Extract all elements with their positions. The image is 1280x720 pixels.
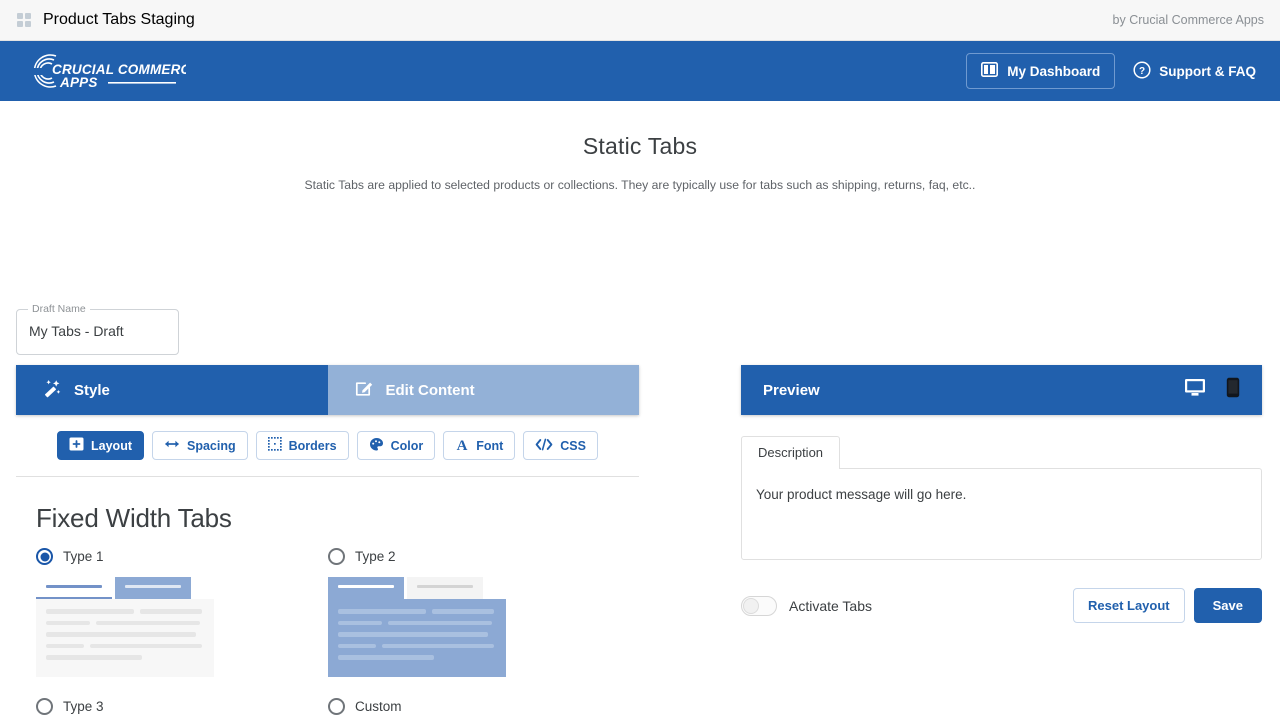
page-title: Static Tabs: [582, 133, 698, 159]
layout-option-custom-head[interactable]: Custom: [328, 698, 620, 715]
style-toolbar: Layout Spacing Borders Color A Font CSS: [16, 415, 639, 477]
style-editor-panel: Style Edit Content Layout Spacing Border…: [16, 365, 639, 720]
font-a-icon: A: [455, 437, 469, 455]
radio-type-3[interactable]: [36, 698, 53, 715]
support-faq-label: Support & FAQ: [1159, 63, 1256, 79]
draft-name-field[interactable]: Draft Name My Tabs - Draft: [16, 303, 179, 355]
editor-tabbar: Style Edit Content: [16, 365, 639, 415]
layout-type-grid: Type 1 Type 2 Type 3 Custom: [16, 534, 639, 720]
toolbar-button-borders-label: Borders: [288, 438, 337, 453]
layout-option-type-3[interactable]: Type 3: [36, 698, 328, 720]
preview-footer: Activate Tabs Reset Layout Save: [741, 560, 1262, 623]
layout-plus-icon: [69, 437, 84, 454]
border-dots-icon: [267, 437, 282, 454]
app-title: Product Tabs Staging: [43, 11, 195, 28]
preview-body: Description Your product message will go…: [741, 415, 1262, 623]
arrows-horizontal-icon: [164, 438, 180, 453]
toolbar-button-color-label: Color: [390, 438, 424, 453]
layout-option-type-1-head[interactable]: Type 1: [36, 548, 328, 565]
thumbnail-tab-inactive: [407, 577, 483, 599]
toolbar-button-color[interactable]: Color: [356, 431, 436, 460]
layout-section-title: Fixed Width Tabs: [36, 503, 232, 533]
app-title-bar: Product Tabs Staging by Crucial Commerce…: [0, 0, 1280, 41]
svg-text:?: ?: [1139, 66, 1145, 77]
page-content: Static Tabs Static Tabs are applied to s…: [0, 101, 1280, 720]
preview-action-buttons: Reset Layout Save: [1072, 588, 1262, 623]
radio-type-2[interactable]: [328, 548, 345, 565]
radio-custom-label: Custom: [355, 699, 402, 714]
radio-type-1[interactable]: [36, 548, 53, 565]
radio-custom[interactable]: [328, 698, 345, 715]
radio-type-3-label: Type 3: [63, 699, 104, 714]
thumbnail-type-2[interactable]: [328, 577, 506, 677]
toolbar-button-layout-label: Layout: [91, 438, 132, 453]
toolbar-button-font-label: Font: [476, 438, 504, 453]
thumbnail-tabs-row: [328, 577, 506, 599]
preview-description-content: Your product message will go here.: [741, 468, 1262, 560]
thumbnail-body: [328, 599, 506, 677]
apps-grid-icon: [16, 12, 32, 28]
support-faq-button[interactable]: ? Support & FAQ: [1129, 53, 1260, 90]
layout-option-type-3-head[interactable]: Type 3: [36, 698, 328, 715]
app-attribution: by Crucial Commerce Apps: [1112, 13, 1264, 27]
preview-device-switcher: [1184, 377, 1240, 403]
edit-pencil-square-icon: [354, 378, 374, 402]
tab-style[interactable]: Style: [16, 365, 328, 415]
code-brackets-icon: [535, 438, 553, 454]
radio-type-1-label: Type 1: [63, 549, 104, 564]
app-title-bar-left: Product Tabs Staging: [16, 11, 195, 29]
preview-tab-description[interactable]: Description: [741, 436, 841, 469]
toolbar-button-spacing-label: Spacing: [187, 438, 236, 453]
svg-text:A: A: [457, 438, 468, 452]
question-circle-icon: ?: [1133, 60, 1151, 82]
my-dashboard-label: My Dashboard: [1007, 63, 1101, 79]
svg-text:APPS: APPS: [59, 75, 98, 90]
draft-name-label: Draft Name: [28, 303, 90, 315]
activate-tabs-label: Activate Tabs: [789, 597, 873, 614]
thumbnail-body: [36, 599, 214, 677]
page-subtitle: Static Tabs are applied to selected prod…: [304, 178, 976, 192]
layout-option-type-2-head[interactable]: Type 2: [328, 548, 620, 565]
reset-layout-button[interactable]: Reset Layout: [1072, 588, 1185, 623]
toolbar-button-css-label: CSS: [560, 438, 586, 453]
tab-edit-content-label: Edit Content: [385, 381, 475, 399]
thumbnail-tabs-row: [36, 577, 214, 599]
layout-option-type-1[interactable]: Type 1: [36, 548, 328, 698]
toolbar-button-borders[interactable]: Borders: [255, 431, 349, 460]
desktop-monitor-icon[interactable]: [1184, 378, 1206, 402]
toolbar-button-spacing[interactable]: Spacing: [152, 431, 248, 460]
preview-panel: Preview Description Your product message…: [741, 365, 1262, 623]
mobile-phone-icon[interactable]: [1226, 377, 1240, 403]
header-actions: My Dashboard ? Support & FAQ: [966, 53, 1260, 90]
activate-tabs-toggle[interactable]: Activate Tabs: [741, 595, 873, 616]
toolbar-button-layout[interactable]: Layout: [57, 431, 144, 460]
tab-style-label: Style: [74, 381, 110, 399]
layout-option-type-2[interactable]: Type 2: [328, 548, 620, 698]
color-palette-icon: [369, 437, 384, 455]
layout-option-custom[interactable]: Custom: [328, 698, 620, 720]
brand-logo[interactable]: CRUCIAL COMMERCE APPS: [26, 50, 186, 92]
thumbnail-tab-active: [328, 577, 404, 599]
preview-title: Preview: [763, 381, 820, 399]
thumbnail-type-1[interactable]: [36, 577, 214, 677]
my-dashboard-button[interactable]: My Dashboard: [966, 53, 1116, 89]
dashboard-columns-icon: [981, 62, 999, 80]
draft-name-input[interactable]: My Tabs - Draft: [29, 323, 124, 339]
thumbnail-tab-active: [36, 577, 112, 599]
preview-header: Preview: [741, 365, 1262, 415]
toggle-knob: [743, 597, 759, 614]
tab-edit-content[interactable]: Edit Content: [327, 365, 639, 415]
radio-type-2-label: Type 2: [355, 549, 396, 564]
activate-tabs-switch[interactable]: [741, 595, 777, 616]
save-button[interactable]: Save: [1193, 588, 1262, 623]
toolbar-button-font[interactable]: A Font: [443, 431, 516, 460]
brand-header: CRUCIAL COMMERCE APPS My Dashboard ? Sup…: [0, 41, 1280, 101]
magic-wand-icon: [42, 378, 62, 402]
toolbar-button-css[interactable]: CSS: [523, 431, 598, 460]
thumbnail-tab-inactive: [115, 577, 191, 599]
